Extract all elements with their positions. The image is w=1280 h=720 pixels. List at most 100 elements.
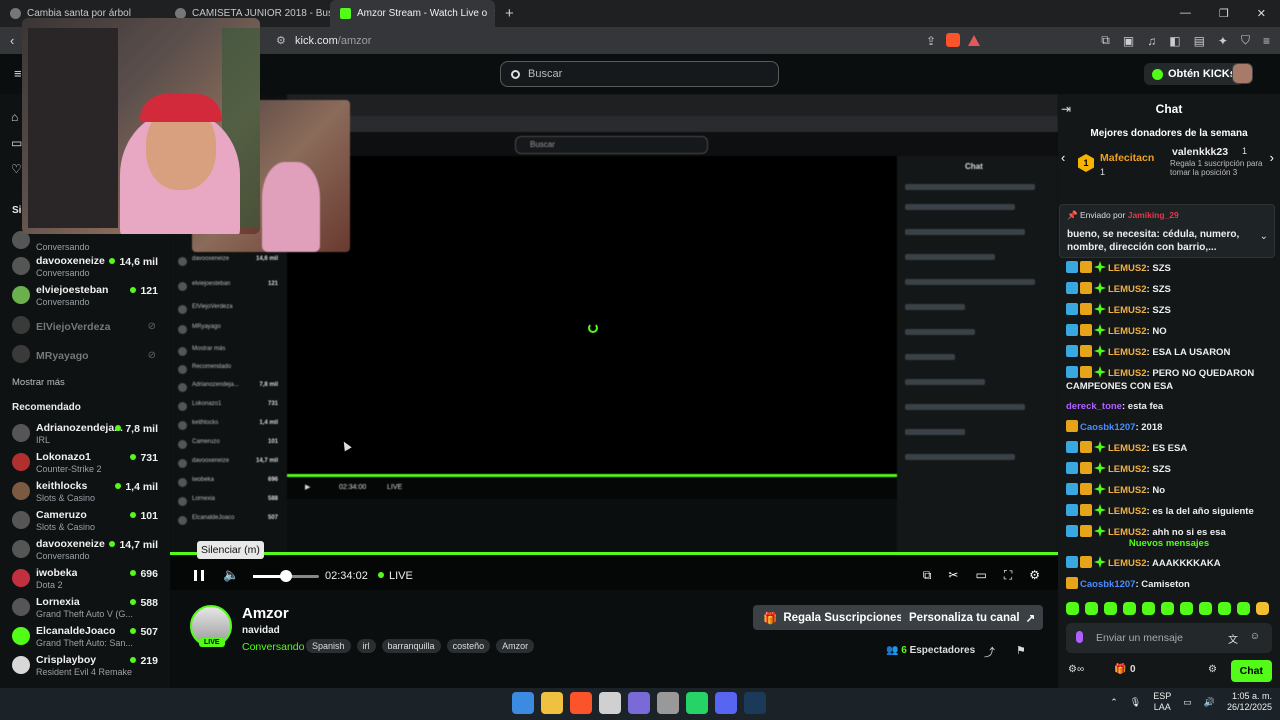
chat-message[interactable]: LEMUS2: ES ESA (1066, 441, 1272, 455)
chat-username[interactable]: LEMUS2 (1108, 506, 1147, 517)
chat-message[interactable]: LEMUS2: NO (1066, 324, 1272, 338)
chat-username[interactable]: dereck_tone (1066, 401, 1122, 412)
sidebar-item[interactable]: davooxeneize Conversando 14,6 mil (12, 254, 162, 282)
emote-icon[interactable] (1218, 602, 1231, 615)
brave-shields-icon[interactable] (946, 33, 960, 47)
site-settings-icon[interactable]: ⚙ (276, 34, 286, 47)
chat-message[interactable]: LEMUS2: ESA LA USARON (1066, 345, 1272, 359)
chat-username[interactable]: LEMUS2 (1108, 263, 1147, 274)
extensions-icon[interactable]: ⧉ (1101, 33, 1110, 48)
live-progress-bar[interactable] (170, 552, 1058, 555)
chat-message[interactable]: LEMUS2: SZS (1066, 303, 1272, 317)
fullscreen-icon[interactable]: ⛶ (1004, 568, 1012, 583)
report-flag-icon[interactable]: ⚑ (1016, 644, 1026, 657)
sidebar-item[interactable]: elviejoesteban Conversando 121 (12, 283, 162, 311)
donor-name[interactable]: Mafecitacn (1100, 152, 1154, 164)
chat-message[interactable]: LEMUS2: No (1066, 483, 1272, 497)
browser-tab-active[interactable]: Amzor Stream - Watch Live o ✕ (330, 0, 495, 27)
stream-category[interactable]: Conversando (242, 641, 304, 653)
sidebar-item[interactable]: Crisplayboy Resident Evil 4 Remake 219 (12, 653, 162, 681)
emote-icon[interactable] (1256, 602, 1269, 615)
close-window-icon[interactable]: ✕ (1257, 7, 1266, 20)
windows-start-icon[interactable] (512, 692, 534, 714)
emote-icon[interactable] (1104, 602, 1117, 615)
store-icon[interactable] (599, 692, 621, 714)
search-input[interactable]: Buscar (500, 61, 779, 87)
chat-username[interactable]: LEMUS2 (1108, 326, 1147, 337)
menu-icon[interactable]: ≡ (1263, 34, 1270, 48)
share-icon[interactable]: ⤴ (984, 644, 995, 660)
sidebar-item[interactable]: davooxeneize Conversando 14,7 mil (12, 537, 162, 565)
emote-icon[interactable] (1085, 602, 1098, 615)
chat-username[interactable]: LEMUS2 (1108, 558, 1147, 569)
tag[interactable]: irl (356, 639, 376, 653)
chevron-right-icon[interactable]: › (1270, 150, 1274, 165)
chat-message[interactable]: LEMUS2: ahh no si es esa (1066, 525, 1272, 539)
hamburger-menu-icon[interactable]: ≡ (14, 66, 22, 81)
sidebar-item[interactable]: Lornexia Grand Theft Auto V (G... 588 (12, 595, 162, 623)
chat-input-box[interactable]: 文 ☺ (1066, 623, 1272, 653)
browse-icon[interactable]: ▭ (11, 136, 22, 150)
minimize-icon[interactable]: — (1180, 7, 1191, 20)
sidebar-item[interactable]: keithlocks Slots & Casino 1,4 mil (12, 479, 162, 507)
home-icon[interactable]: ⌂ (11, 110, 18, 124)
chevron-left-icon[interactable]: ‹ (1061, 150, 1065, 165)
pause-icon[interactable] (194, 570, 204, 581)
following-heart-icon[interactable]: ♡ (11, 162, 22, 176)
new-messages-divider[interactable]: Nuevos mensajes (1058, 538, 1280, 549)
chat-username[interactable]: LEMUS2 (1108, 485, 1147, 496)
emote-icon[interactable] (1066, 602, 1079, 615)
chat-username[interactable]: LEMUS2 (1108, 305, 1147, 316)
vpn-shield-icon[interactable]: ⛉ (1241, 33, 1250, 48)
emote-icon[interactable] (1237, 602, 1250, 615)
tag[interactable]: Spanish (306, 639, 351, 653)
back-icon[interactable]: ‹ (10, 33, 14, 48)
chat-username[interactable]: Caosbk1207 (1080, 422, 1135, 433)
chat-message[interactable]: Caosbk1207: Camiseton (1066, 577, 1272, 591)
kicks-icon[interactable]: ⚙∞ (1068, 664, 1084, 675)
clock[interactable]: 1:05 a. m. 26/12/2025 (1227, 691, 1272, 713)
streamer-name[interactable]: Amzor (242, 605, 289, 622)
sidebar-item[interactable]: Lokonazo1 Counter-Strike 2 731 (12, 450, 162, 478)
chat-message[interactable]: LEMUS2: PERO NO QUEDARON CAMPEONES CON E… (1066, 366, 1272, 393)
tag[interactable]: costeño (446, 639, 491, 653)
chat-settings-gear-icon[interactable]: ⚙ (1208, 664, 1217, 675)
sidebar-item[interactable]: Cameruzo Slots & Casino 101 (12, 508, 162, 536)
tag[interactable]: barranquilla (381, 639, 441, 653)
video-player[interactable]: Buscar davooxeneize 14,6 mil elviejoesteb… (170, 94, 1058, 590)
tag[interactable]: Amzor (496, 639, 535, 653)
wallet-icon[interactable]: ▤ (1194, 34, 1205, 48)
chat-username[interactable]: LEMUS2 (1108, 443, 1147, 454)
whatsapp-icon[interactable] (686, 692, 708, 714)
pinned-message[interactable]: 📌 Enviado por Jamiking_29 bueno, se nece… (1059, 204, 1275, 258)
share-page-icon[interactable]: ⇪ (926, 34, 936, 48)
screenshot-icon[interactable]: ▣ (1123, 34, 1134, 48)
volume-icon[interactable]: 🔈 (223, 567, 239, 583)
emote-icon[interactable] (1180, 602, 1193, 615)
chat-message[interactable]: LEMUS2: SZS (1066, 282, 1272, 296)
brave-browser-icon[interactable] (570, 692, 592, 714)
sidebar-item[interactable]: ElcanaldeJoaco Grand Theft Auto: San... … (12, 624, 162, 652)
emote-icon[interactable] (1142, 602, 1155, 615)
chat-message[interactable]: dereck_tone: esta fea (1066, 400, 1272, 413)
customize-channel-button[interactable]: Personaliza tu canal ↗ (901, 605, 1044, 630)
chat-username[interactable]: LEMUS2 (1108, 527, 1147, 538)
chat-message[interactable]: Caosbk1207: 2018 (1066, 420, 1272, 434)
clip-icon[interactable]: ✂ (948, 568, 958, 583)
settings-gear-icon[interactable]: ⚙ (1029, 568, 1040, 583)
donor-name[interactable]: valenkkk23 (1172, 146, 1228, 158)
sidebar-item-offline[interactable]: MRyayago ⊘ (12, 342, 162, 370)
chat-message[interactable]: LEMUS2: SZS (1066, 261, 1272, 275)
new-tab-button[interactable]: + (495, 5, 524, 22)
discord-icon[interactable] (715, 692, 737, 714)
language-indicator[interactable]: ESP LAA (1153, 691, 1171, 713)
sidebar-toggle-icon[interactable]: ◧ (1169, 34, 1180, 48)
chat-username[interactable]: LEMUS2 (1108, 284, 1147, 295)
emote-icon[interactable] (1161, 602, 1174, 615)
sidebar-item[interactable]: Adrianozendeja... IRL 7,8 mil (12, 421, 162, 449)
microphone-tray-icon[interactable]: 🎙 (1130, 697, 1141, 708)
leo-ai-icon[interactable]: ✦ (1218, 34, 1228, 48)
chat-input[interactable] (1096, 629, 1216, 647)
chatgpt-icon[interactable] (657, 692, 679, 714)
microphone-icon[interactable] (1076, 631, 1083, 643)
